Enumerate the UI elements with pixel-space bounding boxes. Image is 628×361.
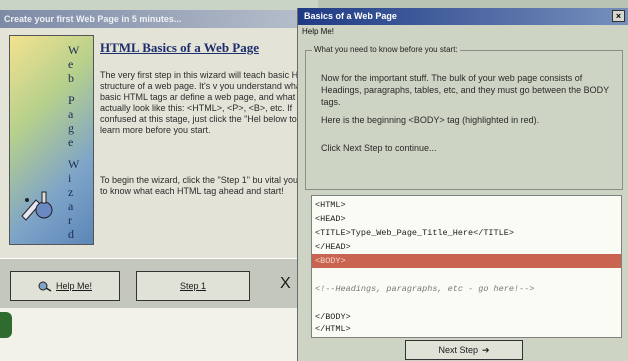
code-line: </HEAD>	[315, 242, 351, 252]
banner-letter: i	[68, 171, 72, 185]
banner-letter: z	[68, 185, 74, 199]
banner-letter: b	[68, 71, 74, 85]
wizard-button-bar: Help Me! Step 1 X	[0, 258, 318, 309]
code-line: <TITLE>Type_Web_Page_Title_Here</TITLE>	[315, 228, 514, 238]
banner-letter: W	[68, 43, 80, 57]
banner-letter: e	[68, 135, 74, 149]
info-text-next: Click Next Step to continue...	[321, 143, 437, 153]
info-text-body: Now for the important stuff. The bulk of…	[321, 73, 610, 107]
group-label: What you need to know before you start:	[312, 45, 460, 54]
wizard-close-button[interactable]: X	[280, 275, 291, 293]
wizard-heading: HTML Basics of a Web Page	[100, 40, 260, 55]
code-line-comment: <!--Headings, paragraphs, etc - go here!…	[315, 284, 535, 294]
code-line: <HEAD>	[315, 214, 346, 224]
flask-icon	[21, 191, 53, 221]
banner-letter: g	[68, 121, 74, 135]
wizard-intro-text: The very first step in this wizard will …	[100, 70, 316, 135]
banner-letter: P	[68, 93, 75, 107]
banner-letter: a	[68, 107, 74, 121]
help-icon	[38, 281, 52, 292]
code-line: <HTML>	[315, 200, 346, 210]
basics-window: Basics of a Web Page × Help Me! What you…	[297, 8, 628, 361]
help-me-button[interactable]: Help Me!	[10, 271, 120, 301]
help-me-label: Help Me!	[55, 281, 92, 291]
wizard-title-bar: Create your first Web Page in 5 minutes.…	[0, 10, 318, 28]
next-step-button[interactable]: Next Step ➔	[405, 340, 523, 360]
banner-letter: d	[68, 227, 74, 241]
code-line-highlighted: <BODY>	[312, 254, 621, 268]
wizard-start-text: To begin the wizard, click the "Step 1" …	[100, 175, 314, 196]
wizard-window: Create your first Web Page in 5 minutes.…	[0, 0, 318, 361]
next-step-label: Next Step	[438, 345, 478, 355]
step-1-button[interactable]: Step 1	[136, 271, 250, 301]
code-preview: <HTML> <HEAD> <TITLE>Type_Web_Page_Title…	[311, 195, 622, 338]
banner-letter: r	[68, 213, 72, 227]
basics-title-bar: Basics of a Web Page ×	[298, 8, 628, 25]
banner-letter: e	[68, 57, 74, 71]
info-text-body-tag: Here is the beginning <BODY> tag (highli…	[321, 115, 540, 125]
banner-letter: W	[68, 157, 80, 171]
leaf-decoration	[0, 312, 12, 338]
wizard-banner: W e b P a g e W i z a r d	[9, 35, 94, 245]
basics-title: Basics of a Web Page	[304, 11, 397, 21]
step-1-label: Step 1	[179, 281, 207, 291]
arrow-right-icon: ➔	[481, 344, 490, 355]
banner-letter: a	[68, 199, 74, 213]
code-line: </HTML>	[315, 324, 351, 334]
basics-close-button[interactable]: ×	[612, 10, 625, 22]
menu-help[interactable]: Help Me!	[302, 27, 334, 36]
wizard-footer-area	[0, 308, 318, 361]
